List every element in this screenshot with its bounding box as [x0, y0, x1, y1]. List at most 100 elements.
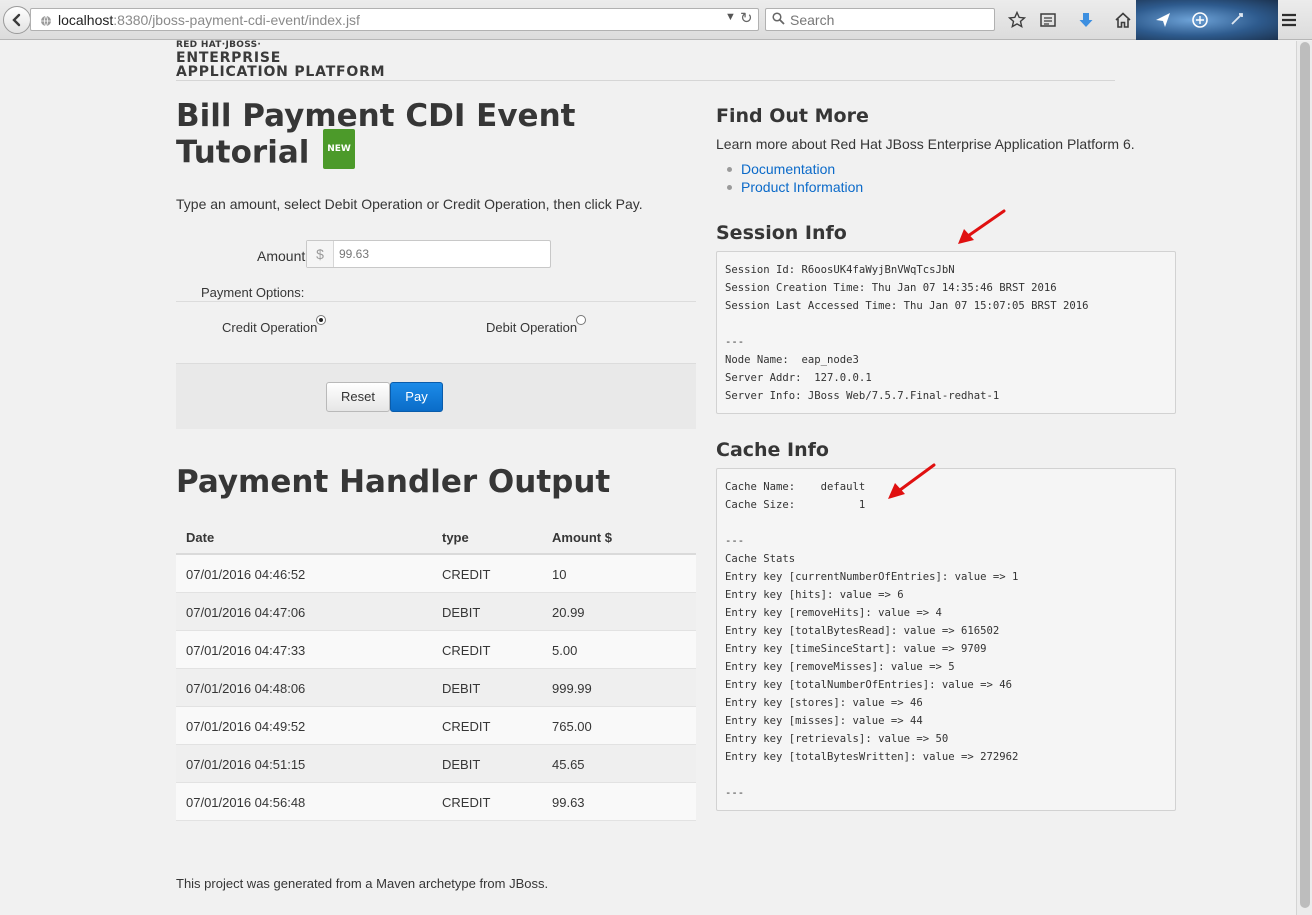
session-id-line: Session Id: R6oosUK4faWyjBnVWqTcsJbN [725, 264, 955, 276]
menu-icon[interactable] [1279, 10, 1299, 30]
url-text: localhost:8380/jboss-payment-cdi-event/i… [58, 12, 360, 28]
page-title: Bill Payment CDI Event Tutorial NEW [176, 98, 676, 174]
currency-addon: $ [307, 241, 334, 267]
url-history-dropdown-icon[interactable]: ▼ [725, 11, 736, 23]
browser-toolbar: localhost:8380/jboss-payment-cdi-event/i… [0, 0, 1312, 40]
cell-amount: 5.00 [552, 643, 578, 658]
cell-type: CREDIT [442, 643, 491, 658]
cell-amount: 10 [552, 567, 567, 582]
cache-entry-line: Entry key [hits]: value => 6 [725, 589, 904, 601]
page-content: RED HAT·JBOSS· ENTERPRISE APPLICATION PL… [0, 41, 1296, 915]
page-title-line-2: Tutorial [176, 134, 310, 171]
logo-line-3: APPLICATION PLATFORM [176, 64, 386, 80]
search-bar[interactable]: Search [765, 8, 995, 31]
logo-line-1: RED HAT·JBOSS· [176, 40, 262, 50]
cache-info-title: Cache Info [716, 439, 829, 461]
cell-type: CREDIT [442, 719, 491, 734]
amount-value: 99.63 [339, 247, 370, 261]
separator-line: --- [725, 787, 745, 799]
payment-options-divider [176, 301, 696, 302]
cache-entry-line: Entry key [stores]: value => 46 [725, 697, 923, 709]
extension-icon[interactable] [1228, 10, 1248, 30]
cell-type: CREDIT [442, 795, 491, 810]
cache-stats-line: Cache Stats [725, 553, 796, 565]
credit-operation-label[interactable]: Credit Operation [222, 320, 317, 335]
vertical-scrollbar[interactable] [1296, 41, 1312, 915]
find-out-more-text: Learn more about Red Hat JBoss Enterpris… [716, 136, 1135, 152]
search-icon [772, 12, 785, 28]
home-icon[interactable] [1113, 10, 1133, 30]
session-creation-line: Session Creation Time: Thu Jan 07 14:35:… [725, 282, 1057, 294]
list-item: Documentation [727, 161, 863, 179]
jboss-eap-logo: RED HAT·JBOSS· ENTERPRISE APPLICATION PL… [176, 40, 386, 80]
cell-type: DEBIT [442, 605, 481, 620]
share-icon[interactable] [1153, 10, 1173, 30]
cell-type: DEBIT [442, 681, 481, 696]
cache-entry-line: Entry key [totalBytesWritten]: value => … [725, 751, 1019, 763]
table-row: 07/01/2016 04:48:06 DEBIT 999.99 [176, 669, 696, 707]
bookmark-star-icon[interactable] [1007, 10, 1027, 30]
url-path: :8380/jboss-payment-cdi-event/index.jsf [113, 12, 360, 28]
debit-operation-radio[interactable] [576, 315, 586, 325]
session-last-accessed-line: Session Last Accessed Time: Thu Jan 07 1… [725, 300, 1089, 312]
pay-button[interactable]: Pay [390, 382, 443, 412]
download-icon[interactable] [1076, 10, 1096, 30]
back-button[interactable] [3, 6, 31, 34]
session-info-box: Session Id: R6oosUK4faWyjBnVWqTcsJbN Sess… [716, 251, 1176, 414]
cell-date: 07/01/2016 04:56:48 [186, 795, 306, 810]
header-divider [176, 80, 1115, 81]
amount-label: Amount: [257, 248, 310, 264]
cache-entry-line: Entry key [removeHits]: value => 4 [725, 607, 942, 619]
footer-text: This project was generated from a Maven … [176, 876, 549, 891]
new-badge: NEW [323, 129, 355, 169]
cell-amount: 45.65 [552, 757, 585, 772]
annotation-arrow-icon [888, 463, 936, 499]
logo-line-2: ENTERPRISE [176, 50, 282, 66]
server-info-line: Server Info: JBoss Web/7.5.7.Final-redha… [725, 390, 1000, 402]
reading-list-icon[interactable] [1038, 10, 1058, 30]
credit-operation-radio[interactable] [316, 315, 326, 325]
session-info-title: Session Info [716, 222, 847, 244]
cell-amount: 20.99 [552, 605, 585, 620]
header-type: type [442, 530, 469, 545]
documentation-link[interactable]: Documentation [741, 161, 835, 177]
product-information-link[interactable]: Product Information [741, 179, 863, 195]
cell-date: 07/01/2016 04:48:06 [186, 681, 306, 696]
cell-date: 07/01/2016 04:46:52 [186, 567, 306, 582]
cache-entry-line: Entry key [currentNumberOfEntries]: valu… [725, 571, 1019, 583]
cache-entry-line: Entry key [totalBytesRead]: value => 616… [725, 625, 1000, 637]
form-actions: Reset Pay [176, 363, 696, 429]
scrollbar-thumb[interactable] [1300, 42, 1310, 908]
separator-line: --- [725, 336, 745, 348]
cell-amount: 999.99 [552, 681, 592, 696]
debit-operation-label[interactable]: Debit Operation [486, 320, 577, 335]
amount-input[interactable]: $ 99.63 [306, 240, 551, 268]
cell-amount: 765.00 [552, 719, 592, 734]
resource-links: Documentation Product Information [727, 161, 863, 197]
globe-icon [40, 14, 52, 30]
annotation-arrow-icon [958, 209, 1006, 244]
output-title: Payment Handler Output [176, 464, 611, 500]
separator-line: --- [725, 535, 745, 547]
cell-amount: 99.63 [552, 795, 585, 810]
table-row: 07/01/2016 04:49:52 CREDIT 765.00 [176, 707, 696, 745]
cache-entry-line: Entry key [totalNumberOfEntries]: value … [725, 679, 1013, 691]
reset-button[interactable]: Reset [326, 382, 390, 412]
addon-icon[interactable] [1190, 10, 1210, 30]
url-bar[interactable]: localhost:8380/jboss-payment-cdi-event/i… [30, 8, 759, 31]
header-date: Date [186, 530, 215, 545]
cache-entry-line: Entry key [retrievals]: value => 50 [725, 733, 949, 745]
back-arrow-icon [12, 13, 21, 27]
cache-entry-line: Entry key [removeMisses]: value => 5 [725, 661, 955, 673]
cell-type: DEBIT [442, 757, 481, 772]
reload-icon[interactable]: ↻ [740, 9, 753, 27]
cache-entry-line: Entry key [misses]: value => 44 [725, 715, 923, 727]
cache-name-line: Cache Name: default [725, 481, 866, 493]
table-row: 07/01/2016 04:51:15 DEBIT 45.65 [176, 745, 696, 783]
find-out-more-title: Find Out More [716, 105, 869, 127]
table-row: 07/01/2016 04:56:48 CREDIT 99.63 [176, 783, 696, 821]
cache-entry-line: Entry key [timeSinceStart]: value => 970… [725, 643, 987, 655]
table-header: Date type Amount $ [176, 519, 696, 555]
